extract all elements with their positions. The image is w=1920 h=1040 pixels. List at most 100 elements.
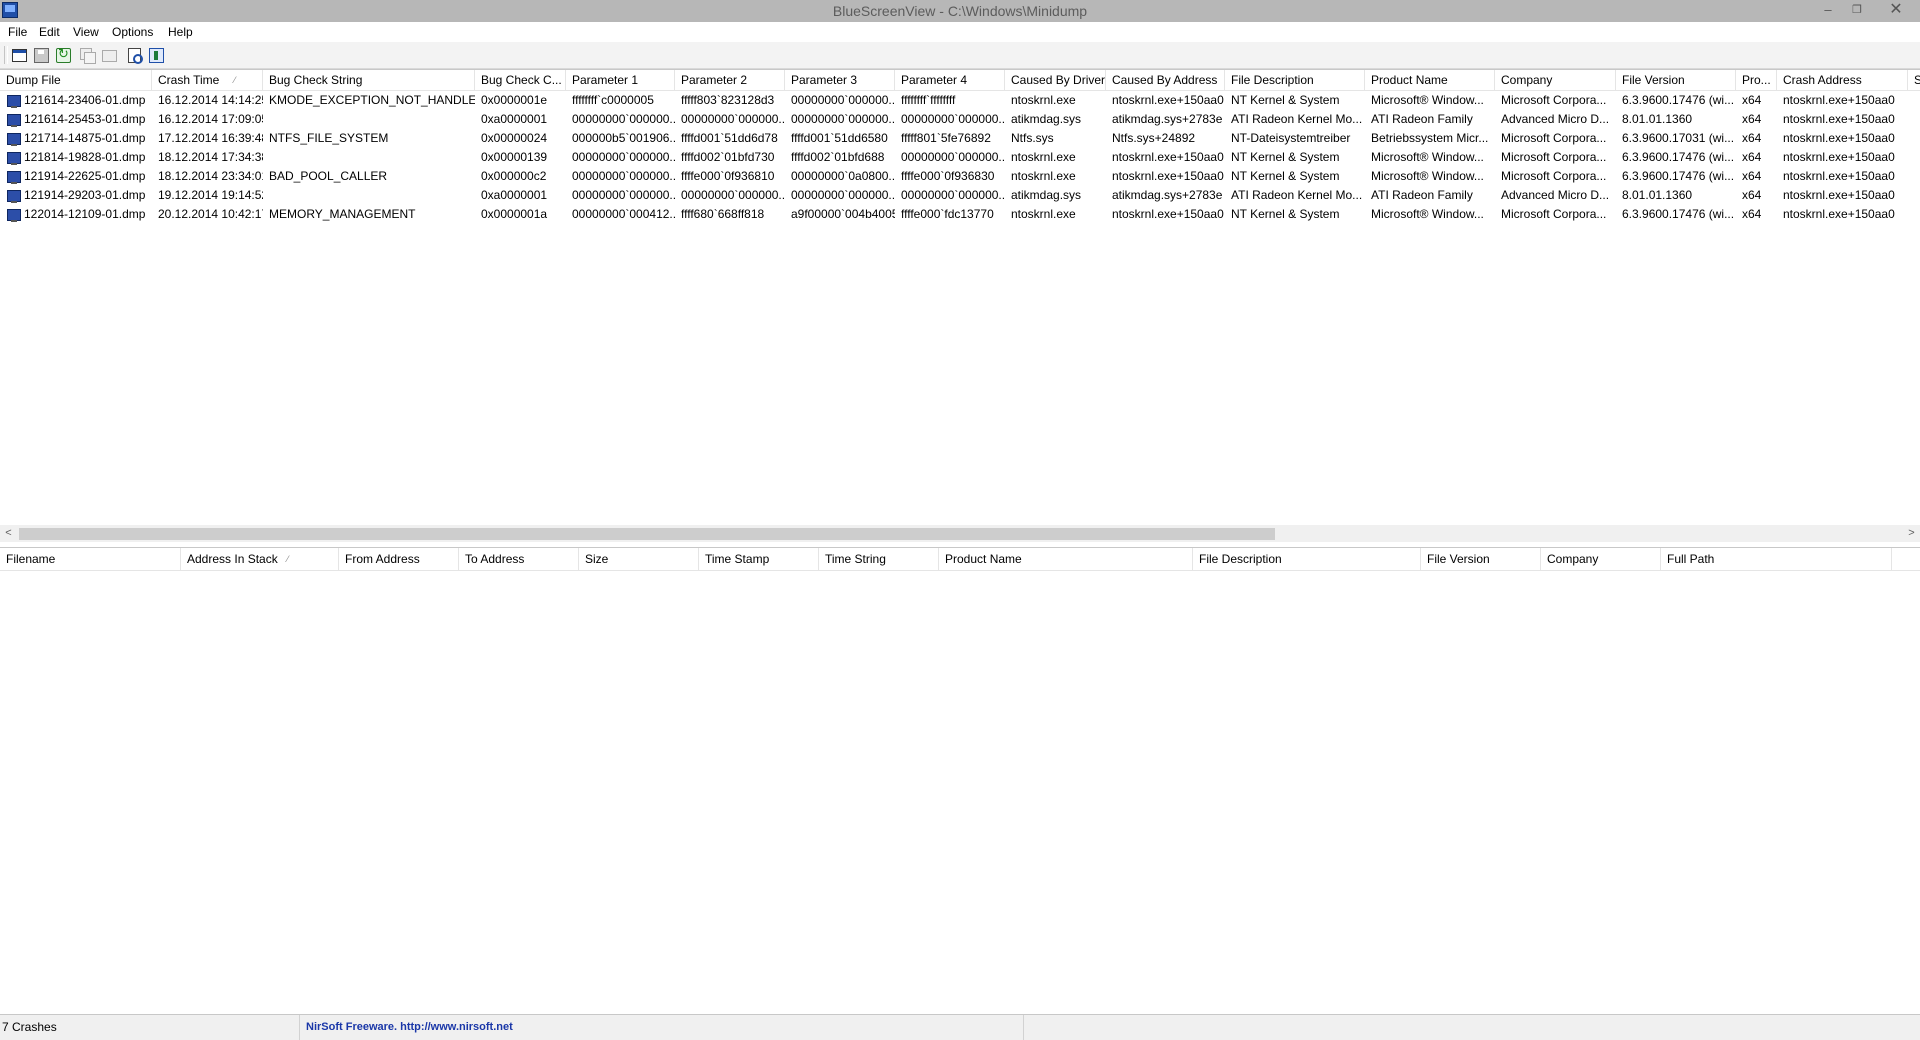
crash-row[interactable]: 122014-12109-01.dmp 20.12.2014 10:42:17 ME… bbox=[0, 205, 1920, 224]
crash-row[interactable]: 121814-19828-01.dmp 18.12.2014 17:34:38 0x… bbox=[0, 148, 1920, 167]
crash-cell: ATI Radeon Kernel Mo... bbox=[1231, 112, 1363, 126]
status-bar: 7 Crashes NirSoft Freeware. http://www.n… bbox=[0, 1015, 1920, 1040]
column-header[interactable]: Parameter 4 bbox=[895, 70, 1005, 90]
column-header[interactable]: Caused By Driver bbox=[1005, 70, 1106, 90]
crash-cell: 0x000000c2 bbox=[481, 169, 547, 183]
crash-cell: a9f00000`004b4005 bbox=[791, 207, 895, 221]
crash-cell: ffffe000`0f936810 bbox=[681, 169, 775, 183]
crash-cell: Advanced Micro D... bbox=[1501, 188, 1610, 202]
crash-cell: NT Kernel & System bbox=[1231, 169, 1340, 183]
menu-help[interactable]: Help bbox=[168, 25, 193, 39]
column-header[interactable]: Time Stamp bbox=[699, 548, 819, 570]
column-header[interactable]: Pro... bbox=[1736, 70, 1777, 90]
column-header[interactable]: File Description bbox=[1225, 70, 1365, 90]
scroll-right-icon[interactable]: > bbox=[1903, 525, 1920, 542]
menu-edit[interactable]: Edit bbox=[39, 25, 60, 39]
crash-row[interactable]: 121614-23406-01.dmp 16.12.2014 14:14:25 KM… bbox=[0, 91, 1920, 110]
copy-icon[interactable] bbox=[79, 47, 96, 64]
nirsoft-link[interactable]: NirSoft Freeware. http://www.nirsoft.net bbox=[304, 1015, 1024, 1040]
crash-cell: ffffd002`01bfd730 bbox=[681, 150, 775, 164]
crash-cell: Ntfs.sys bbox=[1011, 131, 1054, 145]
crash-cell bbox=[263, 110, 475, 129]
menu-file[interactable]: File bbox=[8, 25, 27, 39]
crash-cell: 8.01.01.1360 bbox=[1622, 112, 1693, 126]
crash-cell: 16.12.2014 14:14:25 bbox=[158, 93, 263, 107]
column-header[interactable]: Size bbox=[579, 548, 699, 570]
column-header[interactable]: Company bbox=[1495, 70, 1616, 90]
crash-cell: ntoskrnl.exe+150aa0 bbox=[1112, 207, 1224, 221]
crash-cell: 00000000`000000... bbox=[901, 188, 1005, 202]
driver-list-header: Filename Address In Stack ⁄ From Address… bbox=[0, 548, 1920, 571]
column-header[interactable]: Filename bbox=[0, 548, 181, 570]
find-icon[interactable] bbox=[127, 47, 143, 64]
column-header[interactable]: Parameter 3 bbox=[785, 70, 895, 90]
column-header[interactable]: Bug Check String bbox=[263, 70, 475, 90]
column-header[interactable]: Time String bbox=[819, 548, 939, 570]
column-header[interactable]: S bbox=[1908, 70, 1920, 90]
driver-list: Filename Address In Stack ⁄ From Address… bbox=[0, 547, 1920, 1015]
crash-cell: 00000000`000000... bbox=[572, 112, 675, 126]
horizontal-scrollbar[interactable]: < > bbox=[0, 525, 1920, 542]
crash-cell: atikmdag.sys bbox=[1011, 112, 1082, 126]
column-header[interactable]: Parameter 2 bbox=[675, 70, 785, 90]
menu-options[interactable]: Options bbox=[112, 25, 153, 39]
scrollbar-thumb[interactable] bbox=[19, 528, 1275, 540]
column-header[interactable]: Product Name bbox=[939, 548, 1193, 570]
crash-cell: BAD_POOL_CALLER bbox=[269, 169, 388, 183]
crash-cell: Microsoft Corpora... bbox=[1501, 93, 1607, 107]
column-header[interactable]: Parameter 1 bbox=[566, 70, 675, 90]
column-header[interactable]: Product Name bbox=[1365, 70, 1495, 90]
crash-cell: Microsoft® Window... bbox=[1371, 207, 1484, 221]
sort-indicator-icon: ⁄ bbox=[234, 75, 236, 85]
crash-cell: Microsoft Corpora... bbox=[1501, 131, 1607, 145]
column-header[interactable]: Address In Stack bbox=[181, 548, 339, 570]
save-icon[interactable] bbox=[33, 47, 49, 63]
crash-cell: 0x00000024 bbox=[481, 131, 548, 145]
column-header[interactable]: From Address bbox=[339, 548, 459, 570]
exit-icon[interactable] bbox=[148, 47, 164, 63]
window-title: BlueScreenView - C:\Windows\Minidump bbox=[832, 3, 1088, 19]
properties-icon[interactable] bbox=[11, 47, 27, 63]
column-header[interactable]: Crash Address bbox=[1777, 70, 1908, 90]
crash-cell bbox=[263, 148, 475, 167]
crash-row[interactable]: 121914-22625-01.dmp 18.12.2014 23:34:01 BA… bbox=[0, 167, 1920, 186]
column-header[interactable]: To Address bbox=[459, 548, 579, 570]
crash-cell: atikmdag.sys bbox=[1011, 188, 1082, 202]
crash-cell: ffffffff`ffffffff bbox=[901, 93, 956, 107]
crash-cell: 121614-23406-01.dmp bbox=[24, 93, 146, 107]
column-header[interactable]: Full Path bbox=[1661, 548, 1892, 570]
crash-cell: ntoskrnl.exe+150aa0 bbox=[1112, 93, 1224, 107]
html-report-icon[interactable] bbox=[101, 47, 117, 63]
crash-row[interactable]: 121914-29203-01.dmp 19.12.2014 19:14:52 0x… bbox=[0, 186, 1920, 205]
column-header[interactable]: File Version bbox=[1421, 548, 1541, 570]
minimize-button[interactable]: – bbox=[1814, 0, 1842, 20]
crash-cell: ntoskrnl.exe bbox=[1011, 169, 1076, 183]
column-header[interactable]: File Version bbox=[1616, 70, 1736, 90]
close-button[interactable]: ✕ bbox=[1876, 0, 1916, 20]
crash-cell: ATI Radeon Family bbox=[1371, 112, 1473, 126]
column-header[interactable]: Crash Time bbox=[152, 70, 263, 90]
column-header[interactable]: Caused By Address bbox=[1106, 70, 1225, 90]
crash-row[interactable]: 121614-25453-01.dmp 16.12.2014 17:09:05 0x… bbox=[0, 110, 1920, 129]
crash-row[interactable]: 121714-14875-01.dmp 17.12.2014 16:39:48 NT… bbox=[0, 129, 1920, 148]
crash-cell: ffffe000`fdc13770 bbox=[901, 207, 994, 221]
crash-cell: 00000000`0a0800... bbox=[791, 169, 895, 183]
crash-cell: 6.3.9600.17476 (wi... bbox=[1622, 169, 1735, 183]
maximize-button[interactable]: ❐ bbox=[1843, 0, 1871, 20]
title-bar: BlueScreenView - C:\Windows\Minidump – ❐… bbox=[0, 0, 1920, 22]
refresh-icon[interactable] bbox=[55, 46, 71, 63]
crash-cell: ffffd001`51dd6580 bbox=[791, 131, 888, 145]
menu-view[interactable]: View bbox=[73, 25, 99, 39]
crash-cell: ntoskrnl.exe+150aa0 bbox=[1783, 188, 1895, 202]
crash-cell: 00000000`000000... bbox=[572, 169, 675, 183]
crash-cell: x64 bbox=[1742, 169, 1762, 183]
scroll-left-icon[interactable]: < bbox=[0, 525, 17, 542]
column-header[interactable]: Bug Check C... bbox=[475, 70, 566, 90]
column-header[interactable]: File Description bbox=[1193, 548, 1421, 570]
column-header[interactable]: Company bbox=[1541, 548, 1661, 570]
column-header[interactable]: Dump File bbox=[0, 70, 152, 90]
crash-cell: ntoskrnl.exe+150aa0 bbox=[1783, 131, 1895, 145]
crash-cell: ntoskrnl.exe+150aa0 bbox=[1112, 150, 1224, 164]
crash-cell: Microsoft® Window... bbox=[1371, 150, 1484, 164]
crash-cell: 18.12.2014 17:34:38 bbox=[158, 150, 263, 164]
